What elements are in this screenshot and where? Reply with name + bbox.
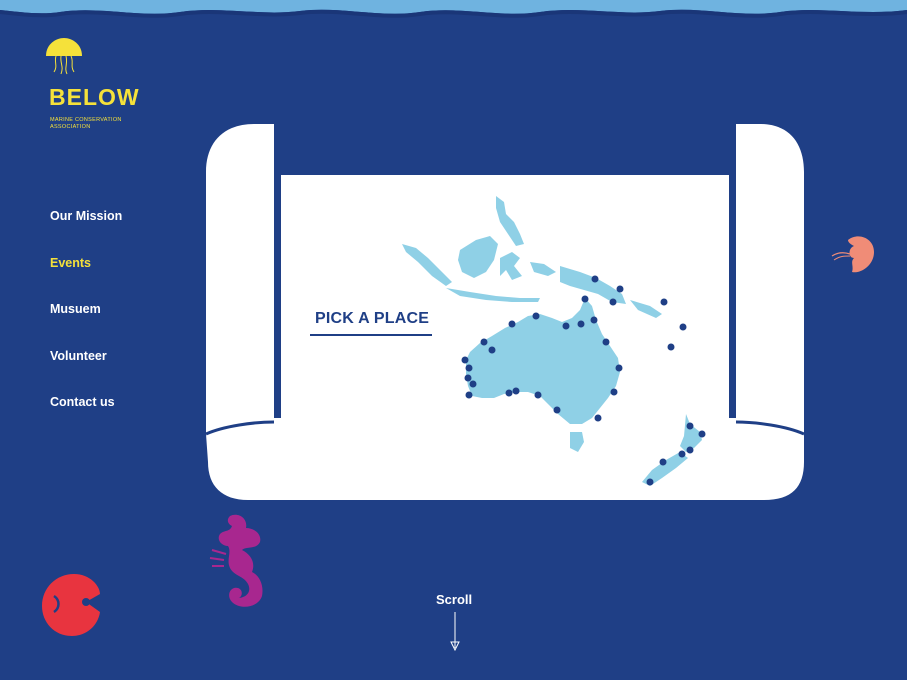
nav-item-volunteer[interactable]: Volunteer xyxy=(50,348,122,395)
map-marker xyxy=(469,380,477,388)
map-marker xyxy=(591,275,599,283)
main-nav: Our Mission Events Musuem Volunteer Cont… xyxy=(50,208,122,441)
pick-a-place-heading: PICK A PLACE xyxy=(315,310,430,327)
map-marker xyxy=(532,312,540,320)
map-marker xyxy=(534,391,542,399)
map-marker xyxy=(659,458,667,466)
map-marker xyxy=(609,298,617,306)
brand-name: BELOW xyxy=(49,84,140,110)
map-marker xyxy=(679,323,687,331)
nav-item-events[interactable]: Events xyxy=(50,255,122,302)
nav-item-contact-us[interactable]: Contact us xyxy=(50,394,122,441)
pink-fish-icon xyxy=(831,236,874,273)
brand-subtitle: MARINE CONSERVATION ASSOCIATION xyxy=(50,117,122,130)
map-marker xyxy=(686,446,694,454)
map-marker xyxy=(602,338,610,346)
map-marker xyxy=(581,295,589,303)
map-marker xyxy=(660,298,668,306)
heading-underline xyxy=(310,334,432,336)
map-marker xyxy=(553,406,561,414)
scroll-left-roll xyxy=(206,124,274,434)
map-marker xyxy=(646,478,654,486)
map-marker xyxy=(616,285,624,293)
map-marker xyxy=(594,414,602,422)
map-marker xyxy=(667,343,675,351)
map-marker xyxy=(678,450,686,458)
map-marker xyxy=(505,389,513,397)
map-marker xyxy=(577,320,585,328)
nav-item-museum[interactable]: Musuem xyxy=(50,301,122,348)
map-marker xyxy=(610,388,618,396)
map-marker xyxy=(465,364,473,372)
map-marker xyxy=(686,422,694,430)
map-marker xyxy=(464,374,472,382)
jellyfish-icon xyxy=(46,38,82,75)
nav-item-our-mission[interactable]: Our Mission xyxy=(50,208,122,255)
map-marker xyxy=(698,430,706,438)
top-waves xyxy=(0,0,907,18)
scroll-label[interactable]: Scroll xyxy=(436,592,472,607)
map-marker xyxy=(615,364,623,372)
map-marker xyxy=(590,316,598,324)
map-marker xyxy=(465,391,473,399)
map-marker xyxy=(562,322,570,330)
red-fish-icon xyxy=(42,574,100,636)
map-marker xyxy=(512,387,520,395)
scroll-right-roll xyxy=(736,124,804,434)
seahorse-icon xyxy=(209,514,263,607)
map-marker xyxy=(461,356,469,364)
map-scroll xyxy=(205,124,805,500)
map-marker xyxy=(488,346,496,354)
arrow-down-icon[interactable] xyxy=(449,612,461,652)
scroll-bottom-roll xyxy=(206,418,804,500)
logo[interactable] xyxy=(44,36,154,76)
map-marker xyxy=(480,338,488,346)
map-marker xyxy=(508,320,516,328)
